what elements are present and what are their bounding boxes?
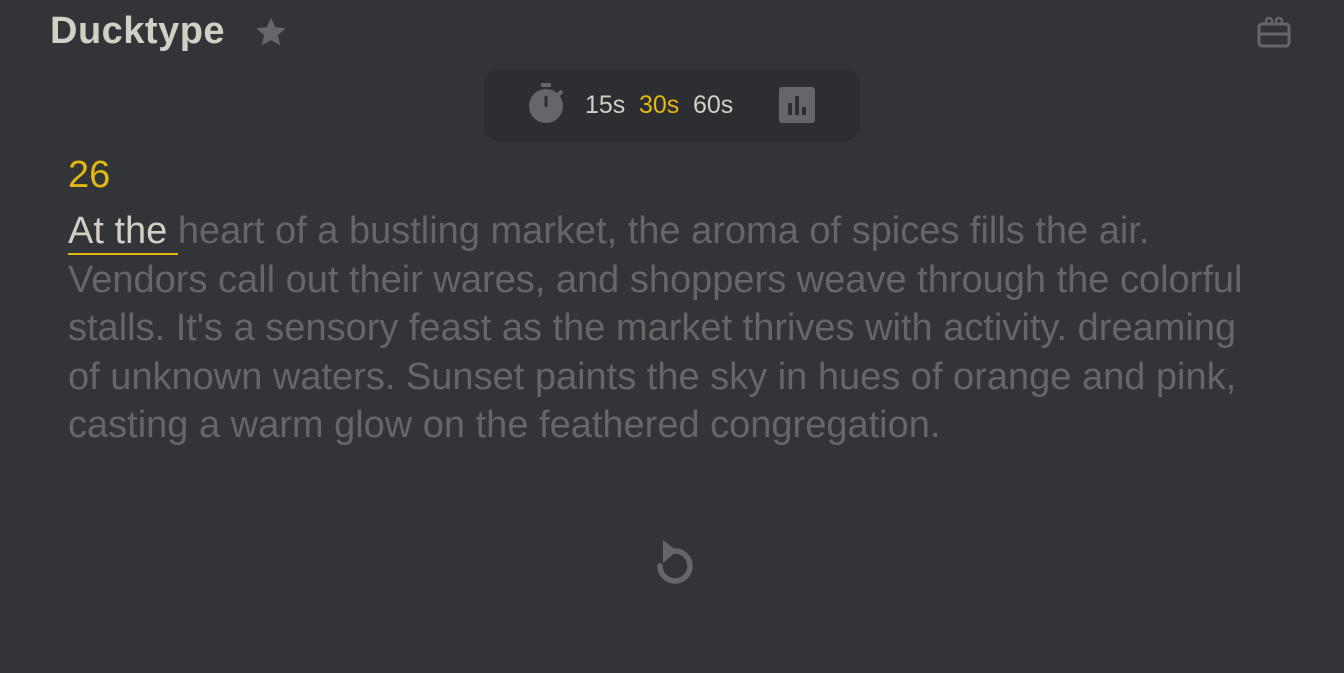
brand-title[interactable]: Ducktype bbox=[50, 10, 225, 53]
test-mode-bar: 15s 30s 60s bbox=[484, 69, 860, 141]
time-option-15s[interactable]: 15s bbox=[585, 87, 625, 123]
gift-icon[interactable] bbox=[1254, 12, 1294, 52]
star-icon[interactable] bbox=[252, 13, 290, 51]
app-window: Ducktype 15s 30s 60s 26 At the heart of … bbox=[0, 0, 1344, 673]
live-word-counter: 26 bbox=[68, 154, 111, 196]
time-option-30s[interactable]: 30s bbox=[639, 87, 679, 123]
restart-icon[interactable] bbox=[646, 536, 698, 594]
remaining-text: heart of a bustling market, the aroma of… bbox=[68, 210, 1243, 446]
bar-chart-icon[interactable] bbox=[778, 86, 816, 124]
typed-text: At the bbox=[68, 210, 178, 255]
time-option-60s[interactable]: 60s bbox=[693, 87, 733, 123]
typing-text-area[interactable]: At the heart of a bustling market, the a… bbox=[68, 207, 1268, 450]
stopwatch-icon[interactable] bbox=[526, 81, 566, 125]
